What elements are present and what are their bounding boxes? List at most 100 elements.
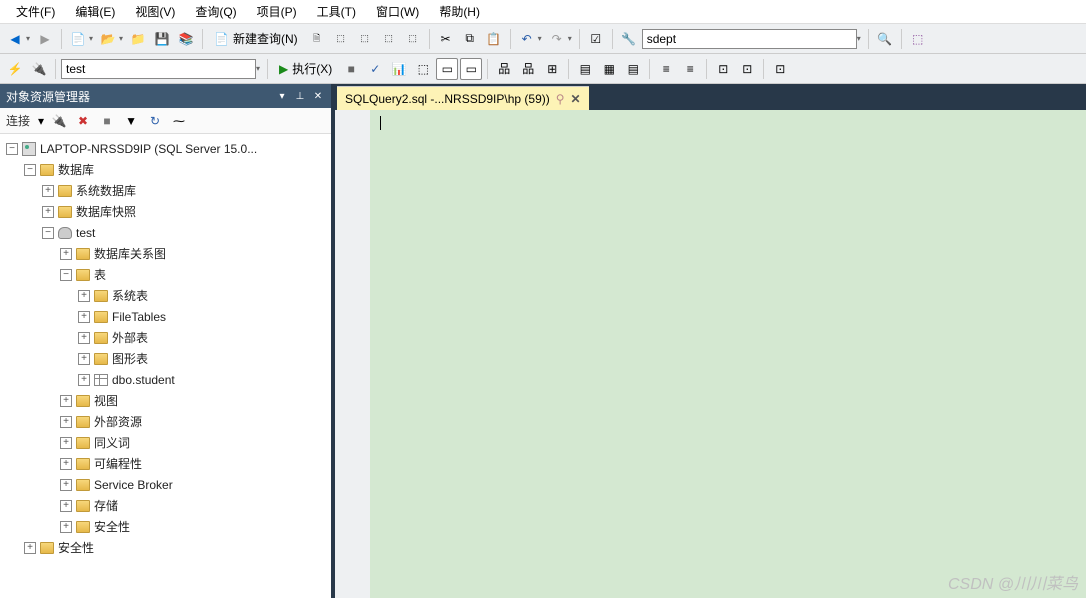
tree-label: 安全性 xyxy=(94,518,130,535)
sql-editor[interactable] xyxy=(370,110,1086,598)
nav-back-button[interactable]: ◀ xyxy=(4,28,26,50)
tree-storage[interactable]: +存储 xyxy=(2,495,331,516)
menu-tools[interactable]: 工具(T) xyxy=(307,1,366,22)
registered-servers-button[interactable]: 🔧 xyxy=(618,28,640,50)
dropdown-icon[interactable]: ▾ xyxy=(275,89,289,103)
tree-dbo-student[interactable]: +dbo.student xyxy=(2,369,331,390)
menu-query[interactable]: 查询(Q) xyxy=(185,1,246,22)
separator xyxy=(763,59,764,79)
tree-filetables[interactable]: +FileTables xyxy=(2,306,331,327)
comment-button[interactable]: ▤ xyxy=(622,58,644,80)
specify-values-button[interactable]: ⊡ xyxy=(712,58,734,80)
tab-sqlquery2[interactable]: SQLQuery2.sql -...NRSSD9IP\hp (59)) ⚲ ✕ xyxy=(337,86,589,110)
close-icon[interactable]: ✕ xyxy=(571,92,581,106)
client-stats-button[interactable]: 品 xyxy=(517,58,539,80)
pin-icon[interactable]: ⚲ xyxy=(556,92,565,106)
menu-edit[interactable]: 编辑(E) xyxy=(65,1,125,22)
dmx-button[interactable]: ⬚ xyxy=(402,28,424,50)
chevron-down-icon[interactable]: ▾ xyxy=(857,34,861,43)
change-connection-button[interactable]: 🔌 xyxy=(28,58,50,80)
menu-view[interactable]: 视图(V) xyxy=(125,1,185,22)
mdx-button[interactable]: ⬚ xyxy=(354,28,376,50)
tree-db-test[interactable]: −test xyxy=(2,222,331,243)
cut-button[interactable]: ✂ xyxy=(435,28,457,50)
parse-button[interactable]: ✓ xyxy=(364,58,386,80)
tree-external-resources[interactable]: +外部资源 xyxy=(2,411,331,432)
live-stats-button[interactable]: ▭ xyxy=(460,58,482,80)
tree-sys-tables[interactable]: +系统表 xyxy=(2,285,331,306)
results-text-button[interactable]: ▤ xyxy=(574,58,596,80)
search-input[interactable] xyxy=(642,29,857,49)
actual-plan-button[interactable]: 品 xyxy=(493,58,515,80)
xmla-button[interactable]: ⬚ xyxy=(330,28,352,50)
nav-forward-button[interactable]: ▶ xyxy=(34,28,56,50)
chevron-down-icon[interactable]: ▾ xyxy=(538,34,542,43)
tree-external-tables[interactable]: +外部表 xyxy=(2,327,331,348)
new-query-button[interactable]: 📄 新建查询(N) xyxy=(208,28,304,50)
tree-programmability[interactable]: +可编程性 xyxy=(2,453,331,474)
dax-button[interactable]: ⬚ xyxy=(378,28,400,50)
separator xyxy=(55,59,56,79)
connect-button[interactable]: ⚡ xyxy=(4,58,26,80)
open-file-button[interactable]: 📁 xyxy=(127,28,149,50)
undo-button[interactable]: ↶ xyxy=(516,28,538,50)
outdent-button[interactable]: ≡ xyxy=(679,58,701,80)
tree-db-diagrams[interactable]: +数据库关系图 xyxy=(2,243,331,264)
activity-button[interactable]: ⬚ xyxy=(907,28,929,50)
new-item-button[interactable]: 📄 xyxy=(67,28,89,50)
tree-views[interactable]: +视图 xyxy=(2,390,331,411)
chevron-down-icon[interactable]: ▾ xyxy=(119,34,123,43)
chevron-down-icon[interactable]: ▾ xyxy=(256,64,260,73)
copy-button[interactable]: ⧉ xyxy=(459,28,481,50)
menu-file[interactable]: 文件(F) xyxy=(6,1,65,22)
tree-server[interactable]: −LAPTOP-NRSSD9IP (SQL Server 15.0... xyxy=(2,138,331,159)
folder-icon xyxy=(58,185,72,197)
connect-icon[interactable]: 🔌 xyxy=(50,112,68,130)
tree-label: 数据库关系图 xyxy=(94,245,166,262)
tree-service-broker[interactable]: +Service Broker xyxy=(2,474,331,495)
database-selector[interactable] xyxy=(61,59,256,79)
separator xyxy=(61,29,62,49)
de-query-button[interactable]: 🗎 xyxy=(306,28,328,50)
menu-help[interactable]: 帮助(H) xyxy=(429,1,490,22)
estimated-plan-button[interactable]: 📊 xyxy=(388,58,410,80)
paste-button[interactable]: 📋 xyxy=(483,28,505,50)
chevron-down-icon[interactable]: ▾ xyxy=(89,34,93,43)
disconnect-icon[interactable]: ✖ xyxy=(74,112,92,130)
save-all-button[interactable]: 📚 xyxy=(175,28,197,50)
properties-button[interactable]: ☑ xyxy=(585,28,607,50)
editor-gutter xyxy=(335,110,370,598)
tree-tables[interactable]: −表 xyxy=(2,264,331,285)
connect-label[interactable]: 连接 xyxy=(6,112,30,129)
tree-db-snapshots[interactable]: +数据库快照 xyxy=(2,201,331,222)
pin-icon[interactable]: ⊥ xyxy=(293,89,307,103)
filter-icon[interactable]: ▼ xyxy=(122,112,140,130)
tree-graph-tables[interactable]: +图形表 xyxy=(2,348,331,369)
chevron-down-icon[interactable]: ▾ xyxy=(568,34,572,43)
sqlcmd-button[interactable]: ⊡ xyxy=(736,58,758,80)
results-file-button[interactable]: ▦ xyxy=(598,58,620,80)
close-icon[interactable]: ✕ xyxy=(311,89,325,103)
pulse-icon[interactable]: ⁓ xyxy=(170,112,188,130)
tree-sys-databases[interactable]: +系统数据库 xyxy=(2,180,331,201)
menu-window[interactable]: 窗口(W) xyxy=(366,1,429,22)
results-grid-button[interactable]: ⊞ xyxy=(541,58,563,80)
find-button[interactable]: 🔍 xyxy=(874,28,896,50)
template-button[interactable]: ⊡ xyxy=(769,58,791,80)
stop-icon[interactable]: ■ xyxy=(98,112,116,130)
indent-button[interactable]: ≡ xyxy=(655,58,677,80)
tree-security-server[interactable]: +安全性 xyxy=(2,537,331,558)
intellisense-button[interactable]: ▭ xyxy=(436,58,458,80)
tree-synonyms[interactable]: +同义词 xyxy=(2,432,331,453)
refresh-icon[interactable]: ↻ xyxy=(146,112,164,130)
tree-databases[interactable]: −数据库 xyxy=(2,159,331,180)
redo-button[interactable]: ↷ xyxy=(546,28,568,50)
query-options-button[interactable]: ⬚ xyxy=(412,58,434,80)
debug-button[interactable]: ■ xyxy=(340,58,362,80)
tree-security-db[interactable]: +安全性 xyxy=(2,516,331,537)
menu-project[interactable]: 项目(P) xyxy=(247,1,307,22)
chevron-down-icon[interactable]: ▾ xyxy=(26,34,30,43)
save-button[interactable]: 💾 xyxy=(151,28,173,50)
execute-button[interactable]: ▶ 执行(X) xyxy=(273,58,338,80)
open-solution-button[interactable]: 📂 xyxy=(97,28,119,50)
